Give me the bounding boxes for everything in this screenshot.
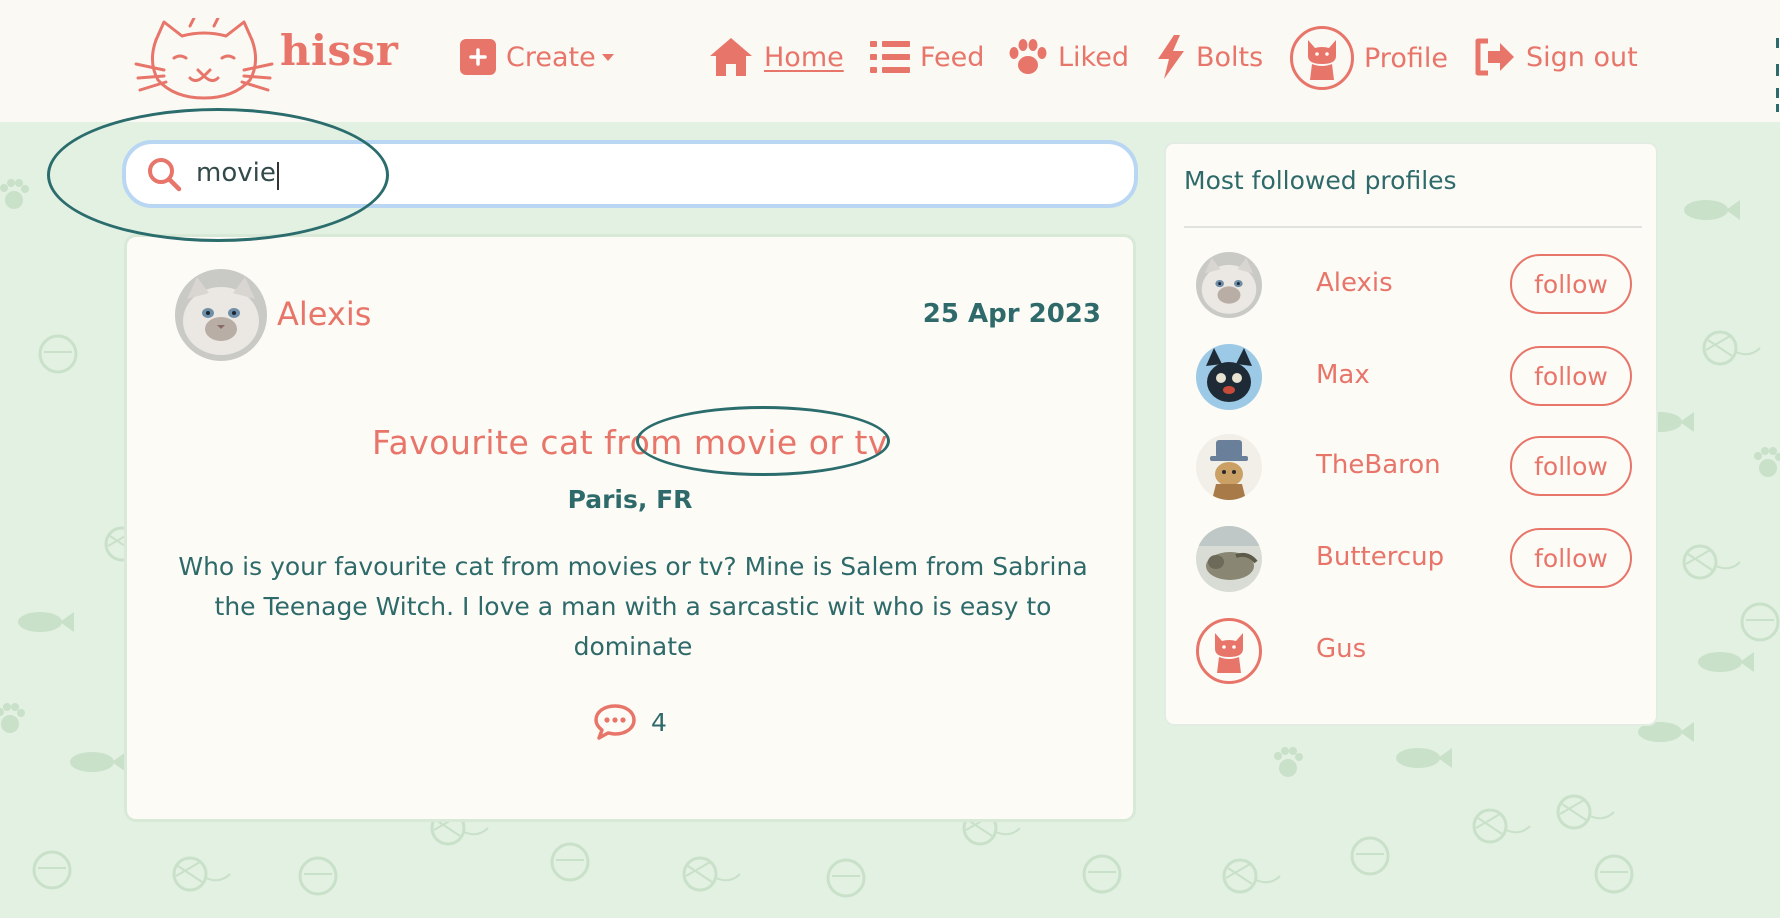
cat-avatar-icon[interactable]: [1196, 618, 1262, 684]
create-dropdown[interactable]: Create: [460, 34, 614, 80]
plus-square-icon: [460, 39, 496, 75]
profile-name[interactable]: TheBaron: [1316, 450, 1441, 480]
nav-signout[interactable]: Sign out: [1474, 34, 1638, 80]
search-bar[interactable]: movie: [122, 140, 1138, 208]
nav-liked-label: Liked: [1058, 41, 1129, 73]
edge-decoration: [1776, 38, 1779, 112]
profile-row-gus[interactable]: Gus: [1196, 618, 1636, 684]
comment-count: 4: [651, 707, 667, 737]
post-title[interactable]: Favourite cat from movie or tv: [127, 423, 1133, 462]
post-body: Who is your favourite cat from movies or…: [178, 552, 1088, 661]
nav-feed-label: Feed: [920, 41, 985, 73]
cat-face-icon[interactable]: [134, 18, 274, 100]
avatar[interactable]: [1196, 434, 1262, 500]
profile-name[interactable]: Max: [1316, 360, 1370, 390]
post-date: 25 Apr 2023: [922, 299, 1101, 329]
profile-name[interactable]: Buttercup: [1316, 542, 1444, 572]
sidebar-title: Most followed profiles: [1184, 166, 1457, 195]
most-followed-panel: Most followed profiles Alexis follow Max…: [1164, 142, 1658, 726]
nav-liked[interactable]: Liked: [1008, 34, 1129, 80]
post-author-name[interactable]: Alexis: [277, 295, 371, 333]
comment-dots-icon: [594, 704, 636, 740]
cat-avatar-icon: [1290, 26, 1354, 90]
post-comments[interactable]: 4: [127, 703, 1133, 741]
profile-row-thebaron[interactable]: TheBaron follow: [1196, 434, 1636, 500]
nav-bolts[interactable]: Bolts: [1156, 34, 1263, 80]
avatar[interactable]: [1196, 526, 1262, 592]
nav-signout-label: Sign out: [1526, 41, 1638, 73]
nav-home-label: Home: [764, 41, 844, 73]
create-label: Create: [506, 41, 596, 73]
nav-bolts-label: Bolts: [1196, 41, 1264, 73]
follow-button[interactable]: follow: [1510, 254, 1632, 314]
nav-home[interactable]: Home: [708, 34, 844, 80]
sign-out-icon: [1475, 38, 1514, 76]
text-cursor: [276, 162, 279, 191]
search-icon: [148, 158, 182, 192]
search-input-value: movie: [196, 157, 276, 188]
bolt-icon: [1158, 35, 1184, 79]
paw-icon: [1009, 39, 1047, 74]
home-icon: [710, 38, 752, 76]
follow-button[interactable]: follow: [1510, 346, 1632, 406]
avatar[interactable]: [1196, 252, 1262, 318]
caret-down-icon: [601, 53, 614, 61]
list-icon: [870, 41, 910, 73]
profile-row-alexis[interactable]: Alexis follow: [1196, 252, 1636, 318]
profile-name[interactable]: Alexis: [1316, 268, 1393, 298]
profile-row-buttercup[interactable]: Buttercup follow: [1196, 526, 1636, 592]
follow-button[interactable]: follow: [1510, 436, 1632, 496]
post-card[interactable]: Alexis 25 Apr 2023 Favourite cat from mo…: [124, 234, 1136, 822]
post-location: Paris, FR: [567, 485, 693, 514]
follow-button[interactable]: follow: [1510, 528, 1632, 588]
nav-profile-label: Profile: [1364, 42, 1448, 74]
avatar[interactable]: [1196, 344, 1262, 410]
profile-name[interactable]: Gus: [1316, 634, 1366, 664]
top-navbar: hissr Create Home Feed Liked Bolts Profi…: [0, 0, 1780, 122]
post-author-avatar[interactable]: [175, 269, 267, 361]
search-input[interactable]: movie: [196, 158, 279, 191]
nav-feed[interactable]: Feed: [870, 34, 984, 80]
divider: [1184, 226, 1642, 228]
nav-profile[interactable]: Profile: [1290, 26, 1448, 90]
profile-row-max[interactable]: Max follow: [1196, 344, 1636, 410]
brand-name[interactable]: hissr: [280, 26, 398, 75]
